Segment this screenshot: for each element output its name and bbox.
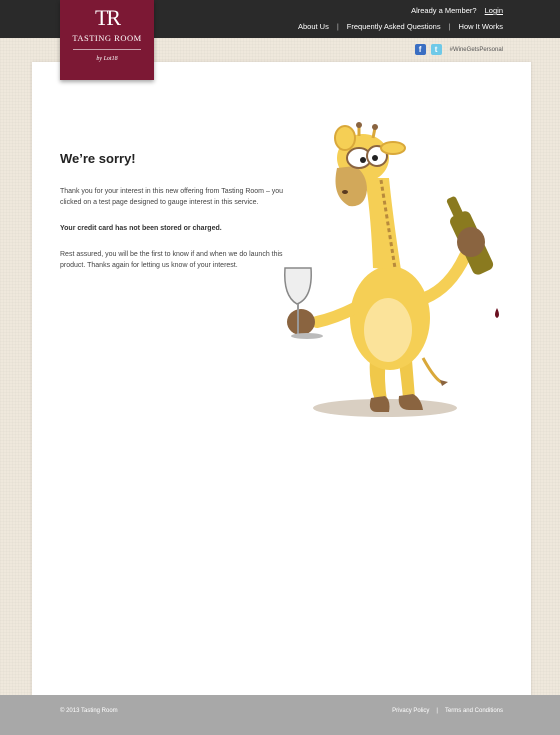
twitter-icon[interactable]: t	[430, 44, 442, 55]
privacy-policy-link[interactable]: Privacy Policy	[392, 708, 429, 714]
giraffe-illustration	[284, 122, 499, 417]
copyright-text: © 2013 Tasting Room	[60, 708, 118, 714]
nav-separator: |	[448, 22, 451, 31]
page-title: We’re sorry!	[60, 151, 136, 166]
logo-divider	[73, 49, 141, 50]
login-link[interactable]: Login	[485, 6, 503, 15]
logo-byline: by Lot18	[96, 56, 118, 62]
facebook-icon[interactable]: f	[414, 44, 426, 55]
hashtag-label: #WineGetsPersonal	[449, 46, 503, 53]
social-bar: f t #WineGetsPersonal	[414, 44, 503, 55]
thank-you-paragraph: Thank you for your interest in this new …	[60, 188, 284, 206]
terms-link[interactable]: Terms and Conditions	[445, 708, 503, 714]
launch-notice-paragraph: Rest assured, you will be the first to k…	[60, 251, 283, 269]
credit-card-notice: Your credit card has not been stored or …	[60, 225, 222, 232]
member-login-line: Already a Member? Login	[411, 6, 503, 15]
logo-monogram: TR	[94, 5, 121, 30]
main-nav: About Us | Frequently Asked Questions | …	[298, 22, 503, 31]
tasting-room-logo[interactable]: TR TASTING ROOM by Lot18	[60, 0, 154, 80]
footer-separator: |	[436, 708, 438, 714]
footer: © 2013 Tasting Room Privacy Policy | Ter…	[0, 695, 560, 735]
nav-about-us[interactable]: About Us	[298, 22, 329, 31]
logo-name: TASTING ROOM	[72, 33, 142, 43]
footer-links: Privacy Policy | Terms and Conditions	[392, 708, 503, 714]
member-prompt: Already a Member?	[411, 6, 477, 15]
nav-faq[interactable]: Frequently Asked Questions	[347, 22, 441, 31]
nav-separator: |	[336, 22, 339, 31]
nav-how-it-works[interactable]: How It Works	[459, 22, 503, 31]
